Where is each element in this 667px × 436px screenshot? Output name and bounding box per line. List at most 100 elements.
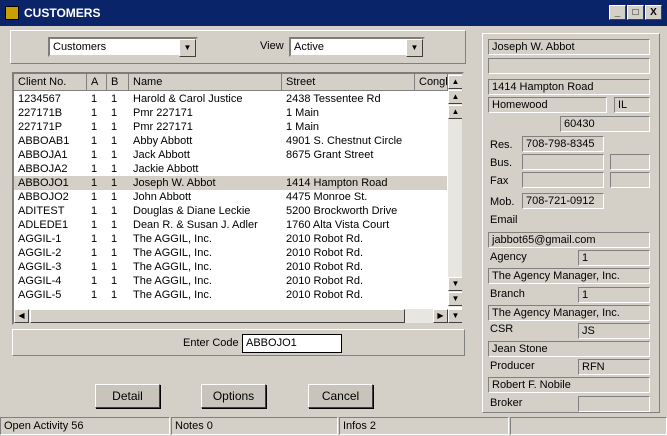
table-cell: 2010 Robot Rd. [286, 275, 364, 287]
table-row[interactable]: AGGIL-5 1 1 The AGGIL, Inc. 2010 Robot Rd. [14, 288, 447, 302]
scroll-end-icon[interactable]: ▼ [448, 309, 462, 323]
table-cell: The AGGIL, Inc. [133, 275, 212, 287]
table-cell: 1 [91, 219, 98, 231]
table-cell: 1 [111, 177, 118, 189]
table-cell: 2010 Robot Rd. [286, 233, 364, 245]
table-cell: AGGIL-3 [18, 261, 62, 273]
table-row[interactable]: AGGIL-4 1 1 The AGGIL, Inc. 2010 Robot Rd. [14, 274, 447, 288]
table-row[interactable]: ABBOJO1 1 1 Joseph W. Abbot 1414 Hampton Roa… [14, 176, 447, 190]
table-cell: 2010 Robot Rd. [286, 261, 364, 273]
column-header-client-no[interactable]: Client No. [14, 74, 87, 91]
mob-label: Mob. [490, 196, 515, 208]
table-cell: The AGGIL, Inc. [133, 247, 212, 259]
table-row[interactable]: ABBOJA2 1 1 Jackie Abbott [14, 162, 447, 176]
table-row[interactable]: ADLEDE1 1 1 Dean R. & Susan J. Adler 1760 Al… [14, 218, 447, 232]
chevron-down-icon[interactable]: ▼ [406, 39, 423, 57]
table-cell: Jack Abbott [133, 149, 190, 161]
scroll-page-down-icon[interactable]: ▼ [448, 292, 462, 306]
table-row[interactable]: 227171P 1 1 Pmr 227171 1 Main [14, 120, 447, 134]
table-cell: AGGIL-2 [18, 247, 62, 259]
table-row[interactable]: ABBOJA1 1 1 Jack Abbott 8675 Grant Street [14, 148, 447, 162]
detail-state: IL [614, 97, 650, 113]
close-button[interactable]: X [645, 5, 662, 20]
scroll-down-icon[interactable]: ▼ [448, 277, 462, 291]
table-cell: The AGGIL, Inc. [133, 261, 212, 273]
status-infos[interactable]: Infos 2 [339, 417, 509, 435]
horizontal-scroll-thumb[interactable] [30, 309, 405, 323]
options-button[interactable]: Options [201, 384, 266, 408]
table-cell: 1 [111, 163, 118, 175]
table-row[interactable]: ABBOAB1 1 1 Abby Abbott 4901 S. Chestnut Cir… [14, 134, 447, 148]
column-header-congl[interactable]: Congl [415, 74, 448, 91]
scroll-up-icon[interactable]: ▲ [448, 105, 462, 119]
scroll-top-icon[interactable]: ▲ [448, 75, 462, 89]
table-cell: Pmr 227171 [133, 121, 193, 133]
table-cell: 1 [91, 233, 98, 245]
detail-address: 1414 Hampton Road [488, 79, 650, 95]
table-cell: 1 [111, 121, 118, 133]
detail-button[interactable]: Detail [95, 384, 160, 408]
fax-phone [522, 172, 604, 188]
table-cell: 1 [111, 205, 118, 217]
table-row[interactable]: AGGIL-1 1 1 The AGGIL, Inc. 2010 Robot Rd. [14, 232, 447, 246]
table-row[interactable]: ADITEST 1 1 Douglas & Diane Leckie 5200 Broc… [14, 204, 447, 218]
horizontal-scrollbar[interactable]: ◀ ▶ ▼ [14, 309, 462, 323]
type-select[interactable]: Customers ▼ [48, 37, 198, 57]
title-bar: CUSTOMERS _ □ X [0, 0, 667, 26]
table-cell: 1 [111, 275, 118, 287]
detail-city: Homewood [488, 97, 607, 113]
table-cell: 1 [91, 107, 98, 119]
type-select-value: Customers [53, 41, 107, 53]
column-header-street[interactable]: Street [282, 74, 415, 91]
table-cell: 1 [111, 135, 118, 147]
status-open-activity[interactable]: Open Activity 56 [0, 417, 170, 435]
minimize-button[interactable]: _ [609, 5, 626, 20]
table-cell: 1234567 [18, 93, 61, 105]
table-cell: AGGIL-5 [18, 289, 62, 301]
cancel-button[interactable]: Cancel [308, 384, 373, 408]
table-row[interactable]: 1234567 1 1 Harold & Carol Justice 2438 Tess… [14, 92, 447, 106]
table-cell: 5200 Brockworth Drive [286, 205, 398, 217]
maximize-button[interactable]: □ [627, 5, 644, 20]
table-cell: 2010 Robot Rd. [286, 247, 364, 259]
table-cell: ABBOJO1 [18, 177, 69, 189]
table-row[interactable]: 227171B 1 1 Pmr 227171 1 Main [14, 106, 447, 120]
csr-name: Jean Stone [488, 341, 650, 357]
column-header-name[interactable]: Name [129, 74, 282, 91]
csr-code: JS [578, 323, 650, 339]
table-cell: ADLEDE1 [18, 219, 69, 231]
bus-ext [610, 154, 650, 170]
table-cell: 1 [91, 93, 98, 105]
scroll-page-up-icon[interactable]: ▲ [448, 90, 462, 104]
enter-code-input[interactable]: ABBOJO1 [242, 334, 342, 353]
table-row[interactable]: AGGIL-3 1 1 The AGGIL, Inc. 2010 Robot Rd. [14, 260, 447, 274]
table-cell: ABBOJA1 [18, 149, 68, 161]
table-cell: Douglas & Diane Leckie [133, 205, 251, 217]
table-row[interactable]: AGGIL-2 1 1 The AGGIL, Inc. 2010 Robot Rd. [14, 246, 447, 260]
view-select-value: Active [294, 41, 324, 53]
table-cell: 1760 Alta Vista Court [286, 219, 390, 231]
vertical-scrollbar[interactable]: ▲ ▲ ▲ ▼ ▼ [448, 74, 462, 307]
chevron-down-icon[interactable]: ▼ [179, 39, 196, 57]
branch-code: 1 [578, 287, 650, 303]
scroll-right-icon[interactable]: ▶ [433, 309, 448, 323]
res-label: Res. [490, 139, 513, 151]
status-notes[interactable]: Notes 0 [171, 417, 338, 435]
table-cell: Pmr 227171 [133, 107, 193, 119]
producer-label: Producer [490, 360, 535, 372]
table-cell: 1 [91, 205, 98, 217]
table-cell: 1 [111, 289, 118, 301]
agency-label: Agency [490, 251, 527, 263]
table-cell: The AGGIL, Inc. [133, 289, 212, 301]
list-rows: 1234567 1 1 Harold & Carol Justice 2438 Tess… [14, 92, 447, 304]
table-cell: Abby Abbott [133, 135, 193, 147]
table-cell: 1 [91, 163, 98, 175]
column-header-b[interactable]: B [107, 74, 129, 91]
table-cell: ABBOJA2 [18, 163, 68, 175]
detail-zip: 60430 [560, 116, 650, 132]
view-select[interactable]: Active ▼ [289, 37, 425, 57]
column-header-a[interactable]: A [87, 74, 107, 91]
client-list[interactable]: Client No. A B Name Street Congl 1234567… [12, 72, 464, 325]
scroll-left-icon[interactable]: ◀ [14, 309, 29, 323]
table-row[interactable]: ABBOJO2 1 1 John Abbott 4475 Monroe St. [14, 190, 447, 204]
